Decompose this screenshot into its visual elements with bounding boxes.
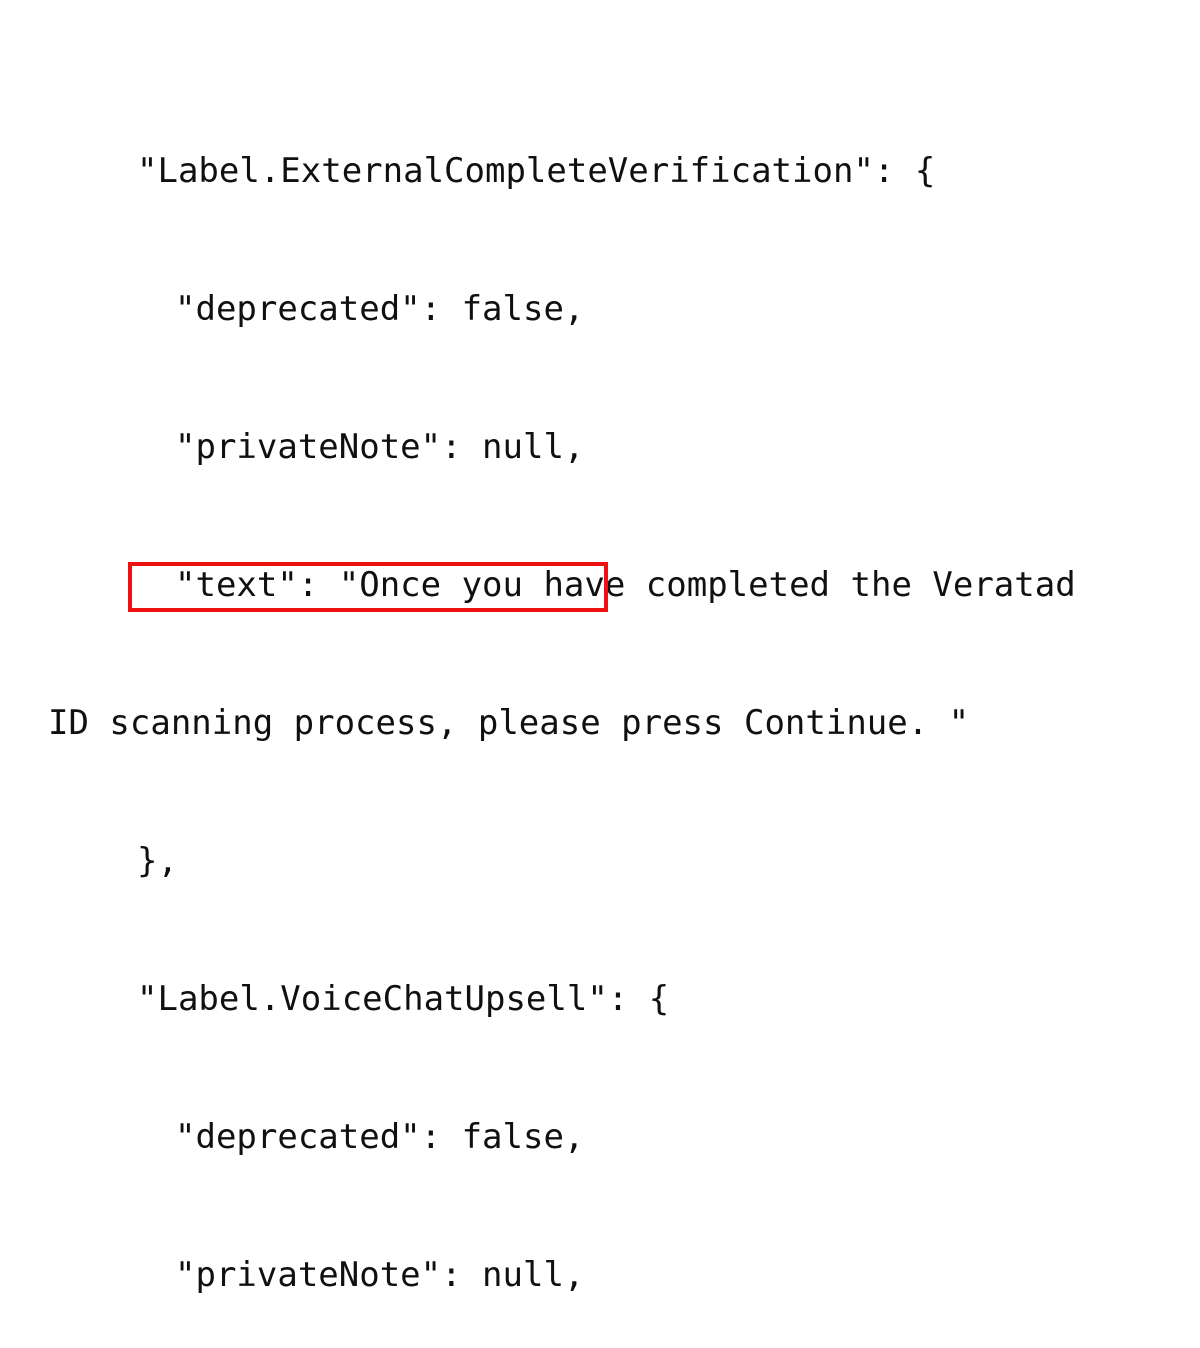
document-page: "Label.ExternalCompleteVerification": { …: [0, 0, 1200, 1295]
code-line-1: "Label.ExternalCompleteVerification": {: [137, 151, 936, 191]
code-line-3: "privateNote": null,: [175, 427, 585, 467]
code-line-6: },: [137, 841, 178, 881]
code-line-4: "text": "Once you have completed the Ver…: [175, 565, 1076, 605]
json-code-block: "Label.ExternalCompleteVerification": { …: [48, 56, 1188, 1348]
code-line-7: "Label.VoiceChatUpsell": {: [137, 979, 670, 1019]
code-line-2: "deprecated": false,: [175, 289, 585, 329]
code-line-9: "privateNote": null,: [175, 1255, 585, 1295]
code-line-8: "deprecated": false,: [175, 1117, 585, 1157]
code-line-5: ID scanning process, please press Contin…: [48, 703, 970, 743]
